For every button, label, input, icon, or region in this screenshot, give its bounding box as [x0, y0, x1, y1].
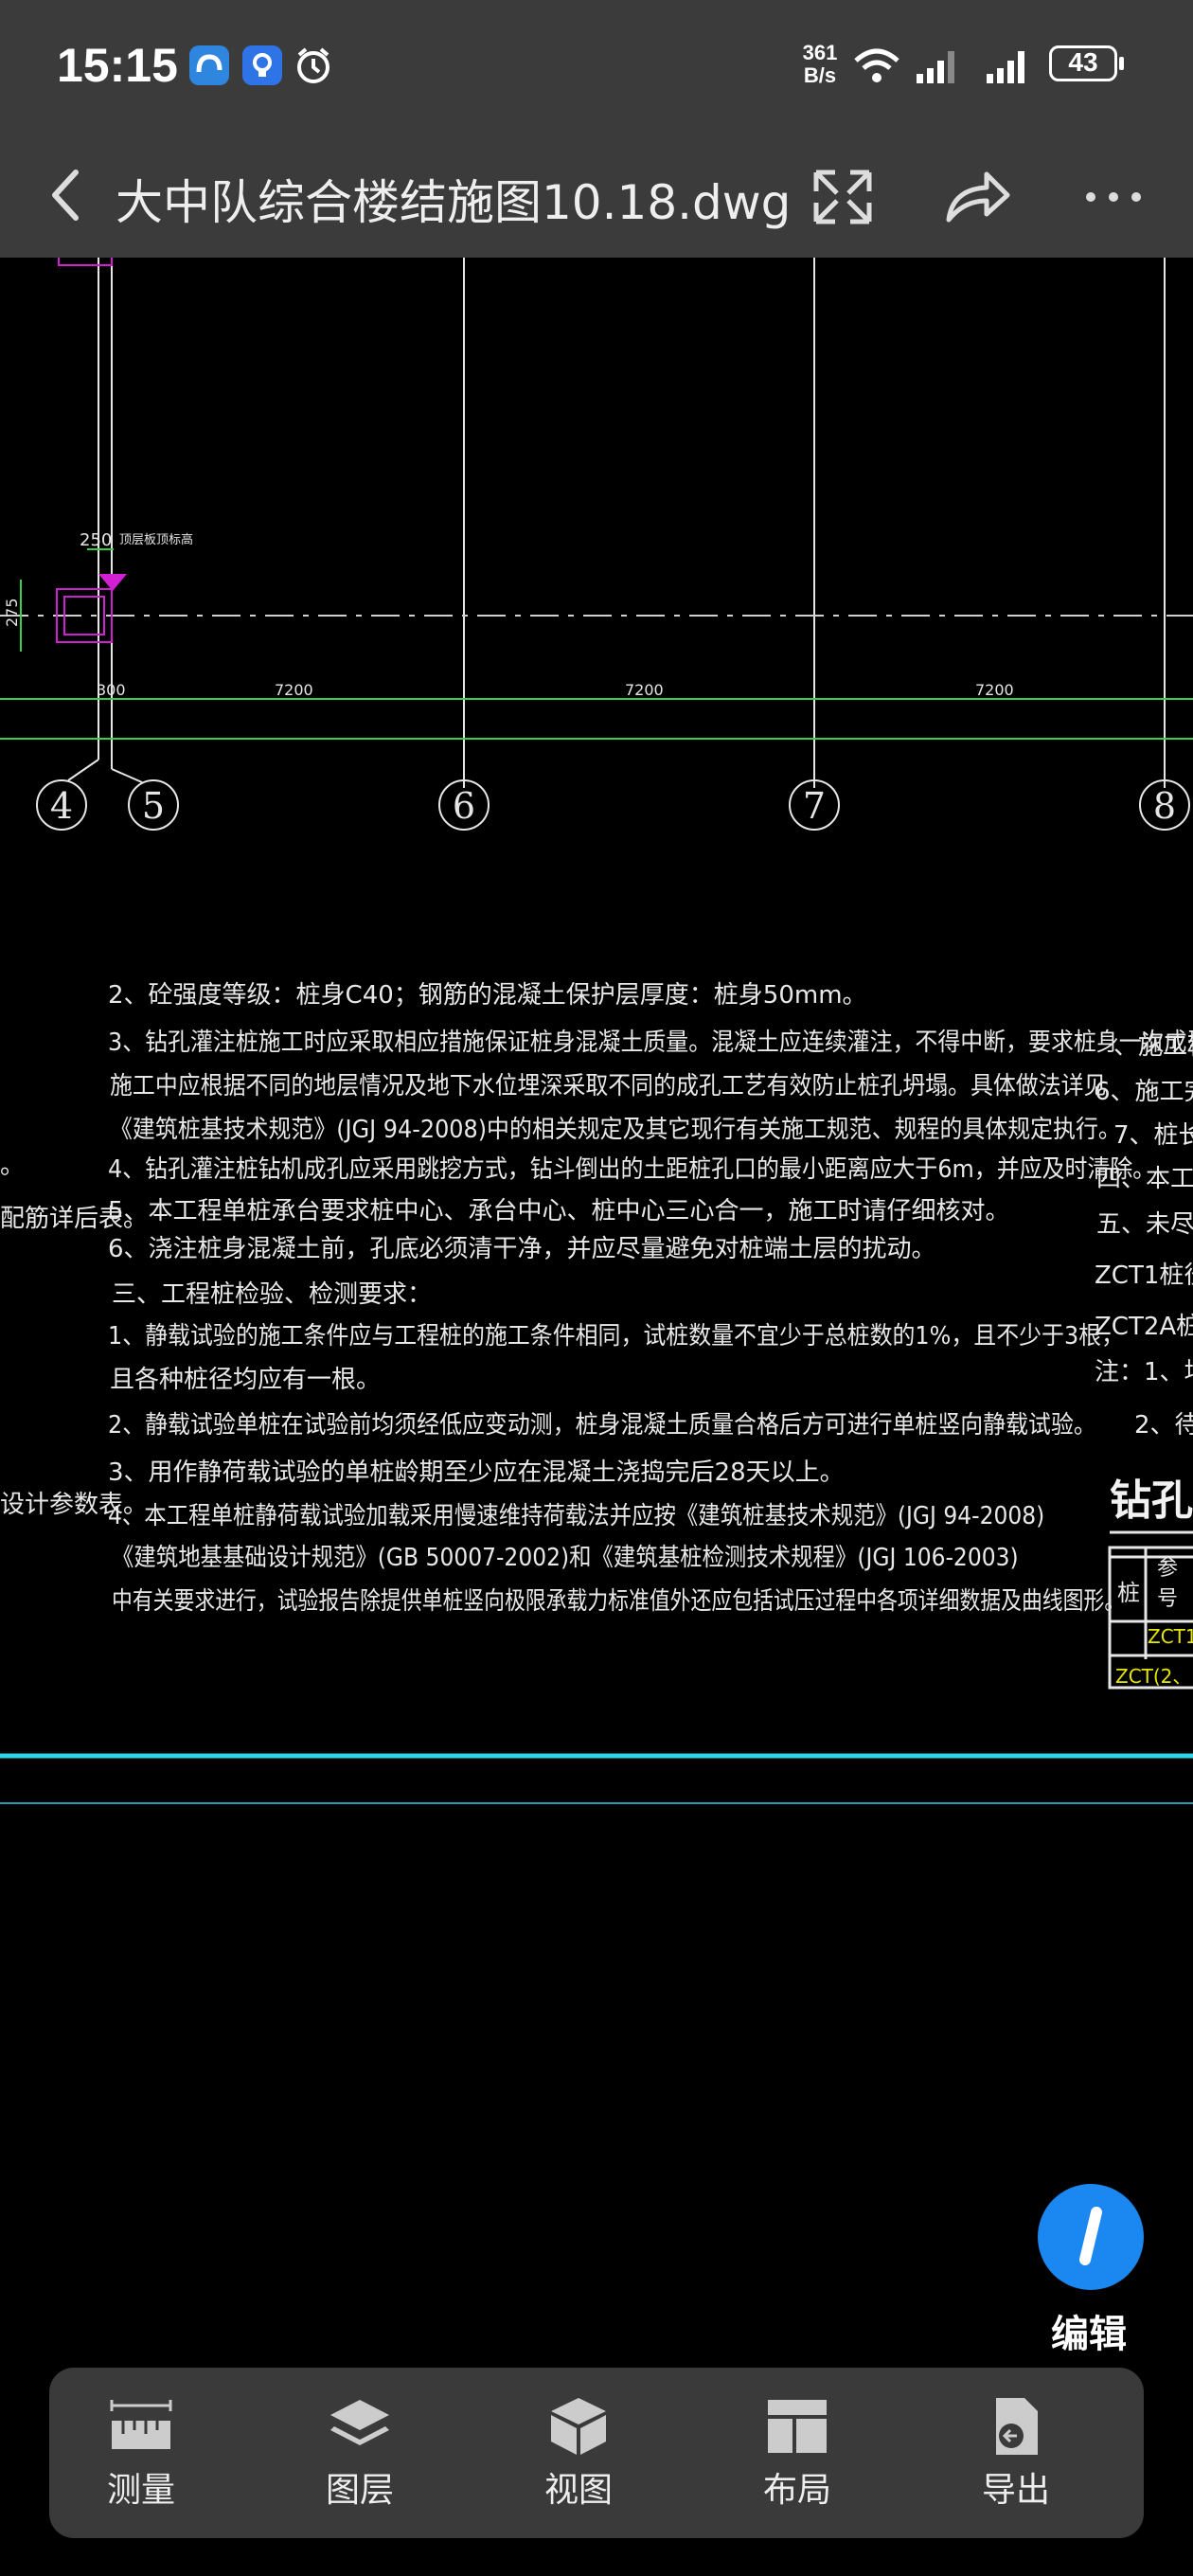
view-button[interactable]: 视图 — [507, 2396, 650, 2519]
note-line: 2、静载试验单桩在试验前均须经低应变动测，桩身混凝土质量合格后方可进行单桩竖向静… — [108, 1411, 1096, 1440]
layout-icon — [768, 2400, 827, 2453]
note-line: 施工中应根据不同的地层情况及地下水位埋深采取不同的成孔工艺有效防止桩孔坍塌。具体… — [110, 1072, 1107, 1100]
measure-button[interactable]: 测量 — [70, 2396, 212, 2519]
note-line: 且各种桩径均应有一根。 — [110, 1366, 382, 1394]
note-line: 《建筑桩基技术规范》(JGJ 94-2008)中的相关规定及其它现行有关施工规范… — [110, 1116, 1121, 1144]
edit-button[interactable] — [1038, 2184, 1144, 2290]
export-label: 导出 — [981, 2471, 1050, 2510]
battery-icon: 43 — [1049, 45, 1125, 85]
note-line: 三、工程桩检验、检测要求： — [112, 1280, 433, 1309]
share-icon — [946, 171, 1010, 223]
left-fragment: 配筋详后表。 — [0, 1205, 149, 1233]
cube-icon — [551, 2398, 606, 2455]
note-line: 2、砼强度等级：桩身C40；钢筋的混凝土保护层厚度：桩身50mm。 — [108, 981, 867, 1010]
top-toolbar: 大中队综合楼结施图10.18.dwg — [0, 133, 1193, 258]
left-fragment: 设计参数表。 — [0, 1491, 149, 1519]
right-fragment: 7、桩长， — [1113, 1121, 1193, 1150]
layers-button[interactable]: 图层 — [289, 2396, 431, 2519]
back-button[interactable] — [34, 159, 100, 231]
table-cell: ZCT(2、 — [1115, 1665, 1192, 1688]
right-fragment: ZCT2A桩 — [1095, 1313, 1193, 1341]
note-line: 4、本工程单桩静荷载试验加载采用慢速维持荷载法并应按《建筑桩基技术规范》(JGJ… — [108, 1502, 1045, 1530]
layers-label: 图层 — [325, 2471, 394, 2510]
export-icon — [996, 2398, 1038, 2455]
view-label: 视图 — [543, 2471, 613, 2510]
wifi-icon — [852, 47, 901, 89]
table-cell: 参 — [1157, 1557, 1179, 1581]
design-notes: 2、砼强度等级：桩身C40；钢筋的混凝土保护层厚度：桩身50mm。 3、钻孔灌注… — [0, 258, 1193, 2576]
right-fragment: ZCT1桩径 — [1095, 1261, 1193, 1290]
measure-label: 测量 — [106, 2471, 175, 2510]
right-fragment: 四、本工程 — [1096, 1165, 1193, 1193]
right-table-heading: 钻孔灌 — [1110, 1476, 1193, 1525]
table-cell: ZCT1 — [1148, 1625, 1193, 1648]
right-fragment: 五、未尽事 — [1096, 1210, 1193, 1239]
right-fragment: 2、待 — [1134, 1411, 1193, 1440]
right-fragment: 、施工程桩 — [1113, 1032, 1193, 1061]
pencil-icon — [1079, 2207, 1102, 2265]
chevron-left-icon — [52, 170, 79, 221]
share-button[interactable] — [937, 161, 1017, 233]
signal-icon-1 — [915, 47, 962, 89]
note-line: 6、浇注桩身混凝土前，孔底必须清干净，并应尽量避免对桩端土层的扰动。 — [108, 1235, 936, 1263]
app-notification-icon — [189, 45, 229, 85]
note-line: 1、静载试验的施工条件应与工程桩的施工条件相同，试桩数量不宜少于总桩数的1%，且… — [108, 1322, 1125, 1351]
bottom-toolbar: 测量 图层 视图 布局 导出 — [49, 2368, 1144, 2538]
table-cell: 桩 — [1117, 1580, 1140, 1606]
note-line: 5、本工程单桩承台要求桩中心、承台中心、桩中心三心合一，施工时请仔细核对。 — [108, 1197, 1010, 1225]
note-line: 中有关要求进行，试验报告除提供单桩竖向极限承载力标准值外还应包括试压过程中各项详… — [112, 1587, 1126, 1616]
drawing-canvas[interactable]: 250 顶层板顶标高 275 300 7200 7200 7200 4 5 6 … — [0, 258, 1193, 2576]
note-line: 《建筑地基基础设计规范》(GB 50007-2002)和《建筑基桩检测技术规程》… — [112, 1544, 1019, 1572]
table-cell: 号 — [1157, 1587, 1179, 1611]
alarm-icon — [292, 44, 335, 91]
hint-notification-icon — [242, 45, 282, 85]
status-time: 15:15 — [57, 39, 178, 92]
ruler-icon — [110, 2400, 172, 2449]
more-dots-icon — [1086, 192, 1141, 202]
edit-label: 编辑 — [1051, 2313, 1127, 2356]
signal-icon-2 — [985, 47, 1032, 89]
left-fragment: 。 — [0, 1152, 26, 1180]
more-button[interactable] — [1076, 161, 1151, 233]
fullscreen-button[interactable] — [805, 161, 881, 233]
layout-label: 布局 — [762, 2471, 831, 2510]
note-line: 3、钻孔灌注桩施工时应采取相应措施保证桩身混凝土质量。混凝土应连续灌注，不得中断… — [108, 1029, 1193, 1057]
note-line: 3、用作静荷载试验的单桩龄期至少应在混凝土浇捣完后28天以上。 — [108, 1458, 845, 1487]
right-fragment: 注：1、场 — [1095, 1358, 1193, 1386]
file-title: 大中队综合楼结施图10.18.dwg — [116, 175, 792, 230]
layout-button[interactable]: 布局 — [726, 2396, 868, 2519]
expand-icon — [813, 170, 872, 224]
note-line: 4、钻孔灌注桩钻机成孔应采用跳挖方式，钻斗倒出的土距桩孔口的最小距离应大于6m，… — [108, 1155, 1156, 1184]
right-fragment: 6、施工完 — [1095, 1078, 1193, 1106]
status-bar: 15:15 361 B/s 43 — [0, 0, 1193, 133]
export-button[interactable]: 导出 — [945, 2396, 1087, 2519]
layers-icon — [330, 2400, 389, 2445]
network-speed: 361 B/s — [802, 41, 838, 87]
